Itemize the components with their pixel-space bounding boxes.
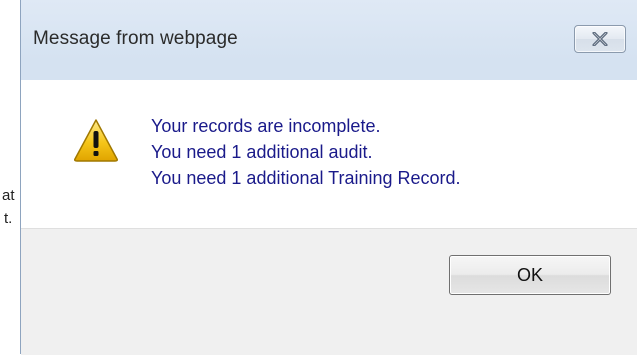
background-text-fragment: at bbox=[2, 187, 15, 204]
ok-button[interactable]: OK bbox=[449, 255, 611, 295]
warning-icon bbox=[73, 118, 119, 162]
message-dialog: Message from webpage Your records are in… bbox=[20, 0, 637, 355]
close-icon bbox=[592, 32, 608, 46]
dialog-footer: OK bbox=[21, 228, 637, 355]
message-line: You need 1 additional Training Record. bbox=[151, 168, 461, 188]
message-line: Your records are incomplete. bbox=[151, 116, 381, 136]
background-text-fragment: t. bbox=[4, 210, 13, 227]
dialog-titlebar[interactable]: Message from webpage bbox=[21, 0, 637, 80]
dialog-content: Your records are incomplete. You need 1 … bbox=[21, 80, 637, 228]
dialog-title: Message from webpage bbox=[33, 28, 238, 49]
message-text: Your records are incomplete. You need 1 … bbox=[151, 113, 461, 191]
close-button[interactable] bbox=[574, 25, 626, 53]
message-line: You need 1 additional audit. bbox=[151, 142, 373, 162]
